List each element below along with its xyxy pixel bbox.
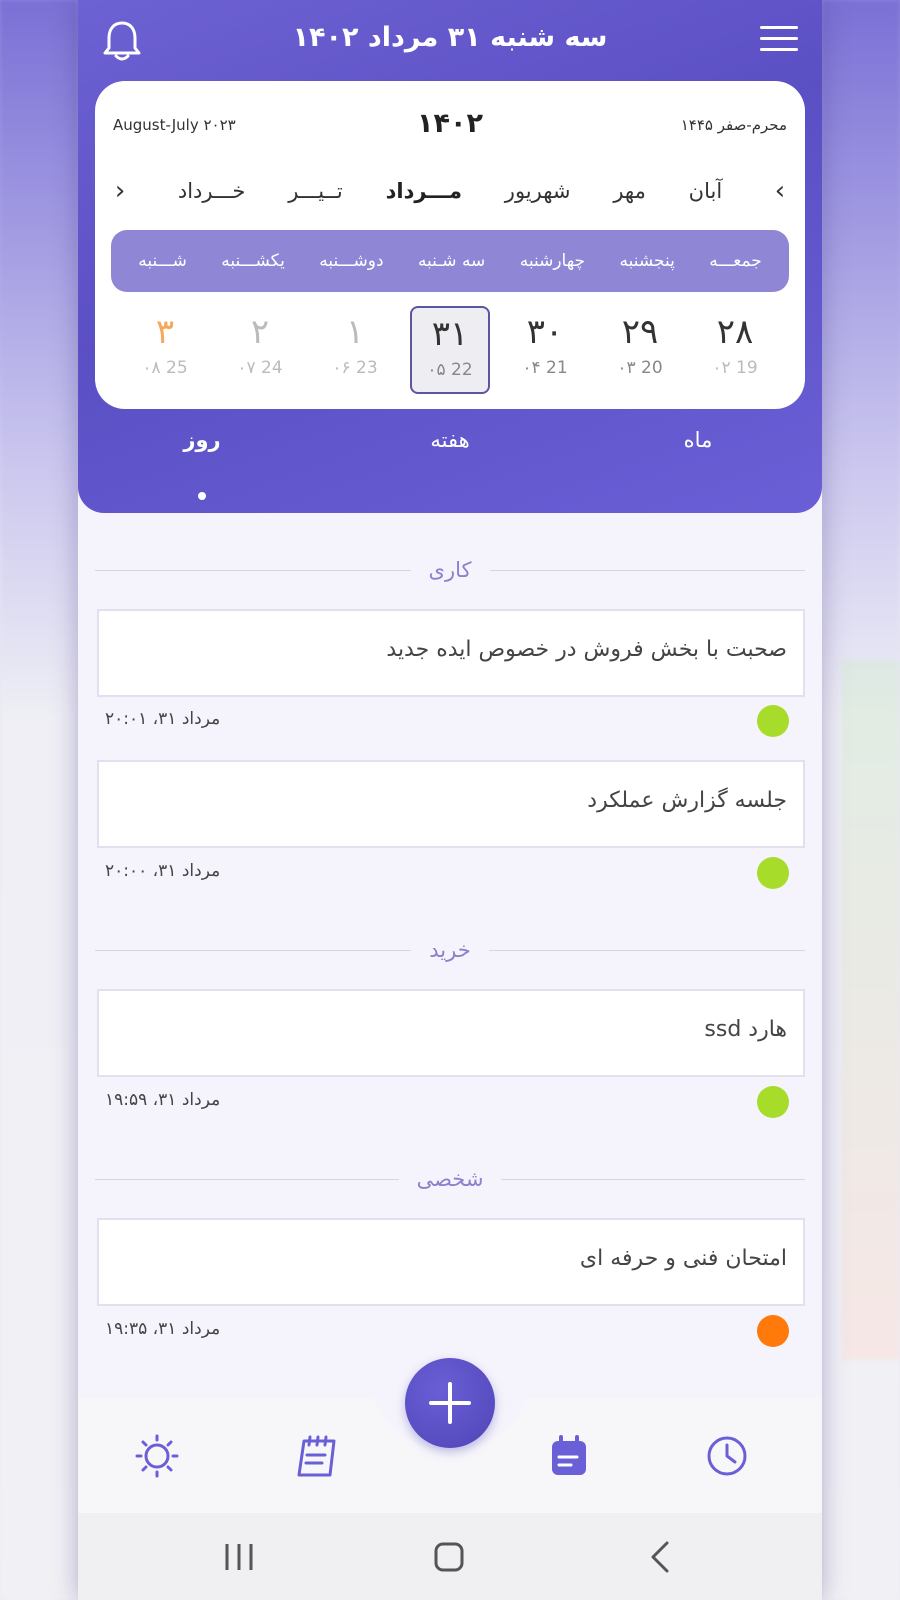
day-sub: ۰۵ 22 [427,360,473,380]
task-meta: مرداد ۳۱، ۱۹:۳۵ [97,1313,805,1349]
day-sub: ۰۴ 21 [522,358,568,378]
app-screen: سه شنبه ۳۱ مرداد ۱۴۰۲ August-July ۲۰۲۳ ۱… [78,0,822,1600]
status-dot [757,857,789,889]
page-title: سه شنبه ۳۱ مرداد ۱۴۰۲ [292,22,608,53]
weekday-label: پنجشنبه [619,251,675,271]
weekday-header: شـــنبه یکشـــنبه دوشـــنبه سه شـنبه چها… [111,230,789,292]
tab-week[interactable]: هفته [350,428,550,488]
day-cell[interactable]: ۲ ۰۷ 24 [220,306,300,394]
day-persian: ۱ [345,312,365,352]
month-mehr[interactable]: مهر [613,179,646,203]
day-cell[interactable]: ۲۹ ۰۳ 20 [600,306,680,394]
month-aban[interactable]: آبان [689,179,723,203]
weekday-label: یکشـــنبه [221,251,285,271]
active-tab-indicator [198,492,206,500]
month-mordad[interactable]: مـــرداد [386,179,462,203]
top-bar: سه شنبه ۳۱ مرداد ۱۴۰۲ [78,0,822,80]
tab-label: هفته [430,428,470,452]
app-header: سه شنبه ۳۱ مرداد ۱۴۰۲ August-July ۲۰۲۳ ۱… [78,0,822,513]
day-persian: ۳۰ [526,312,564,352]
background-right [822,0,900,1600]
task-title: صحبت با بخش فروش در خصوص ایده جدید [386,637,787,662]
status-dot [757,1086,789,1118]
day-sub: ۰۲ 19 [712,358,758,378]
bell-icon[interactable] [100,18,144,64]
day-persian: ۲۸ [716,312,754,352]
task-title: امتحان فنی و حرفه ای [579,1246,787,1271]
task-time: مرداد ۳۱، ۲۰:۰۰ [105,861,221,881]
weekday-label: شـــنبه [138,251,187,271]
day-sub: ۰۷ 24 [237,358,283,378]
month-khordad[interactable]: خـــرداد [178,179,246,203]
background-left [0,0,78,1600]
day-sub: ۰۳ 20 [617,358,663,378]
tab-day[interactable]: روز [102,428,302,500]
tab-label: ماه [683,428,713,452]
task-meta: مرداد ۳۱، ۲۰:۰۰ [97,855,805,891]
task-card[interactable]: صحبت با بخش فروش در خصوص ایده جدید [97,609,805,697]
recent-apps-icon[interactable] [224,1540,254,1574]
back-icon[interactable] [648,1540,672,1574]
task-meta: مرداد ۳۱، ۱۹:۵۹ [97,1084,805,1120]
month-selector: ‹ خـــرداد تــیـــر مـــرداد شهریور مهر … [105,169,795,213]
week-days-row: ۲۸ ۰۲ 19 ۲۹ ۰۳ 20 ۳۰ ۰۴ 21 ۳۱ ۰۵ 22 ۱ ۰۶… [125,306,775,398]
day-cell[interactable]: ۳۰ ۰۴ 21 [505,306,585,394]
section-header-personal: شخصی [95,1164,805,1194]
clock-icon[interactable] [704,1433,750,1479]
task-title: هارد ssd [704,1017,787,1042]
view-tabs: روز هفته ماه [78,428,822,500]
section-label: کاری [428,558,472,582]
task-meta: مرداد ۳۱، ۲۰:۰۱ [97,703,805,739]
task-time: مرداد ۳۱، ۱۹:۳۵ [105,1319,221,1339]
task-card[interactable]: امتحان فنی و حرفه ای [97,1218,805,1306]
section-label: شخصی [416,1167,484,1191]
day-persian: ۳ [155,312,175,352]
tab-month[interactable]: ماه [598,428,798,488]
tab-label: روز [183,428,221,452]
calendar-icon[interactable] [546,1433,592,1479]
weekday-label: سه شـنبه [417,251,486,271]
day-cell-selected[interactable]: ۳۱ ۰۵ 22 [410,306,490,394]
task-card[interactable]: جلسه گزارش عملکرد [97,760,805,848]
task-time: مرداد ۳۱، ۲۰:۰۱ [105,709,221,729]
day-sub: ۰۸ 25 [142,358,188,378]
chevron-right-icon[interactable]: ‹ [105,176,135,206]
section-label: خرید [429,938,471,962]
task-time: مرداد ۳۱، ۱۹:۵۹ [105,1090,221,1110]
weekday-label: چهارشنبه [519,251,586,271]
section-header-work: کاری [95,555,806,585]
task-title: جلسه گزارش عملکرد [587,788,787,813]
weekday-label: جمعـــه [709,251,762,271]
sun-icon[interactable] [134,1433,180,1479]
day-persian: ۲ [250,312,270,352]
add-task-button[interactable] [405,1358,495,1448]
weekday-label: دوشـــنبه [319,251,384,271]
day-cell[interactable]: ۱ ۰۶ 23 [315,306,395,394]
hijri-range: محرم-صفر ۱۴۴۵ [680,116,787,134]
section-header-shopping: خرید [95,935,805,965]
task-card[interactable]: هارد ssd [97,989,805,1077]
notes-icon[interactable] [294,1433,340,1479]
month-shahrivar[interactable]: شهریور [505,179,571,203]
month-tir[interactable]: تــیـــر [288,179,343,203]
day-cell[interactable]: ۲۸ ۰۲ 19 [695,306,775,394]
calendar-card: August-July ۲۰۲۳ ۱۴۰۲ محرم-صفر ۱۴۴۵ ‹ خـ… [95,81,805,409]
day-cell-friday[interactable]: ۳ ۰۸ 25 [125,306,205,394]
day-persian: ۲۹ [621,312,659,352]
status-dot [757,705,789,737]
chevron-left-icon[interactable]: › [765,176,795,206]
status-dot [757,1315,789,1347]
day-persian: ۳۱ [431,314,469,354]
hamburger-menu-icon[interactable] [760,26,798,56]
home-icon[interactable] [433,1540,465,1574]
day-sub: ۰۶ 23 [332,358,378,378]
